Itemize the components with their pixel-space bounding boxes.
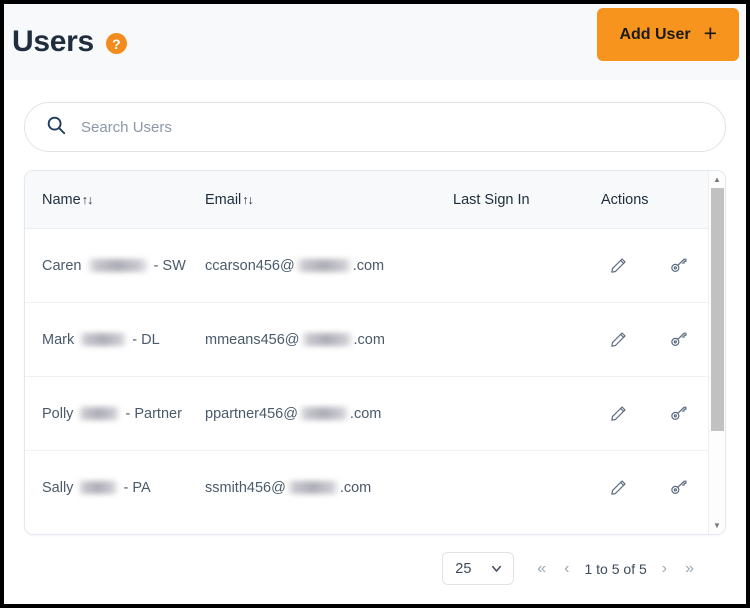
scroll-up-arrow[interactable]: ▲ [709,171,726,188]
user-first-name: Mark [42,331,75,348]
cell-actions [601,376,708,451]
table-header-row: Name↑↓ Email↑↓ Last Sign In Actions [25,171,708,229]
table-scrollbar[interactable]: ▲ ▼ [708,171,725,534]
column-header-last-sign-in: Last Sign In [453,171,601,229]
page-size-value: 25 [455,560,472,577]
cell-email: ssmith456@ .com [205,451,453,525]
email-tld: .com [352,257,385,274]
cell-last-sign-in [453,228,601,303]
user-role-suffix: - Partner [125,405,182,422]
key-icon[interactable] [669,330,688,349]
email-local-part: mmeans456@ [205,331,300,348]
table-row[interactable]: Caren - SW ccarson456@ .com [25,228,708,303]
app-window: Users ? Add User + Search Users Name↑↓ E… [0,0,750,608]
page-title: Users [12,25,94,58]
cell-actions [601,451,708,525]
page-size-select[interactable]: 25 [442,552,515,585]
pagination: 25 « ‹ 1 to 5 of 5 › » [24,535,726,585]
question-circle-icon[interactable]: ? [105,33,127,54]
email-local-part: ssmith456@ [205,479,286,496]
user-role-suffix: - SW [153,257,186,274]
table-row[interactable]: Mark - DL mmeans456@ .com [25,302,708,377]
sort-arrows-icon[interactable]: ↑↓ [82,193,93,207]
add-user-label: Add User [619,25,691,43]
scrollbar-track[interactable] [709,188,726,517]
redacted-email-domain [286,481,339,495]
cell-email: mmeans456@ .com [205,302,453,377]
cell-email: ppartner456@ .com [205,376,453,451]
row-actions [601,229,708,302]
user-role-suffix: - PA [123,479,151,496]
email-local-part: ccarson456@ [205,257,295,274]
table-row[interactable]: Sally - PA ssmith456@ .com [25,451,708,525]
email-tld: .com [349,405,382,422]
column-label-name: Name [42,192,81,208]
previous-page-button[interactable]: ‹ [555,560,578,577]
redacted-email-domain [298,407,349,421]
sort-arrows-icon[interactable]: ↑↓ [242,193,253,207]
edit-icon[interactable] [609,330,628,349]
column-header-actions: Actions [601,171,708,229]
email-tld: .com [353,331,385,348]
last-page-button[interactable]: » [676,560,703,577]
page-header: Users ? Add User + [4,4,746,80]
column-label-email: Email [205,192,242,208]
users-table-body: Caren - SW ccarson456@ .com Mark - DL mmeans… [25,228,708,525]
plus-icon: + [703,20,717,46]
key-icon[interactable] [669,478,688,497]
chevron-down-icon [489,561,504,576]
redacted-last-name [78,407,121,421]
redacted-email-domain [300,333,353,347]
cell-actions [601,302,708,377]
user-first-name: Sally [42,479,74,496]
cell-name: Caren - SW [25,228,205,303]
search-icon [45,114,67,141]
user-first-name: Polly [42,405,74,422]
scrollbar-thumb[interactable] [710,188,724,432]
users-table-card: Name↑↓ Email↑↓ Last Sign In Actions Care… [24,170,726,535]
row-actions [601,451,708,524]
first-page-button[interactable]: « [528,560,555,577]
column-header-email[interactable]: Email↑↓ [205,171,453,229]
edit-icon[interactable] [609,256,628,275]
search-bar[interactable] [24,102,726,152]
user-first-name: Caren [42,257,82,274]
users-table: Name↑↓ Email↑↓ Last Sign In Actions Care… [25,171,708,524]
email-local-part: ppartner456@ [205,405,298,422]
column-label-last-sign-in: Last Sign In [453,192,530,208]
add-user-button[interactable]: Add User + [597,8,739,61]
pagination-info: 1 to 5 of 5 [584,560,647,577]
cell-actions [601,228,708,303]
users-table-head: Name↑↓ Email↑↓ Last Sign In Actions [25,171,708,229]
row-actions [601,303,708,376]
cell-last-sign-in [453,451,601,525]
next-page-button[interactable]: › [653,560,676,577]
email-tld: .com [339,479,372,496]
users-table-scroll: Name↑↓ Email↑↓ Last Sign In Actions Care… [25,171,708,534]
edit-icon[interactable] [609,404,628,423]
redacted-last-name [79,333,128,347]
search-input[interactable] [81,118,705,136]
cell-last-sign-in [453,302,601,377]
cell-email: ccarson456@ .com [205,228,453,303]
redacted-last-name [78,481,119,495]
edit-icon[interactable] [609,478,628,497]
column-header-name[interactable]: Name↑↓ [25,171,205,229]
cell-name: Mark - DL [25,302,205,377]
cell-last-sign-in [453,376,601,451]
key-icon[interactable] [669,404,688,423]
row-actions [601,377,708,450]
title-group: Users ? [12,25,127,59]
cell-name: Polly - Partner [25,376,205,451]
cell-name: Sally - PA [25,451,205,525]
table-row[interactable]: Polly - Partner ppartner456@ .com [25,376,708,451]
column-label-actions: Actions [601,192,649,208]
user-role-suffix: - DL [132,331,160,348]
content-area: Name↑↓ Email↑↓ Last Sign In Actions [4,80,746,585]
key-icon[interactable] [669,256,688,275]
scroll-down-arrow[interactable]: ▼ [709,517,726,534]
redacted-last-name [86,259,149,273]
redacted-email-domain [295,259,352,273]
